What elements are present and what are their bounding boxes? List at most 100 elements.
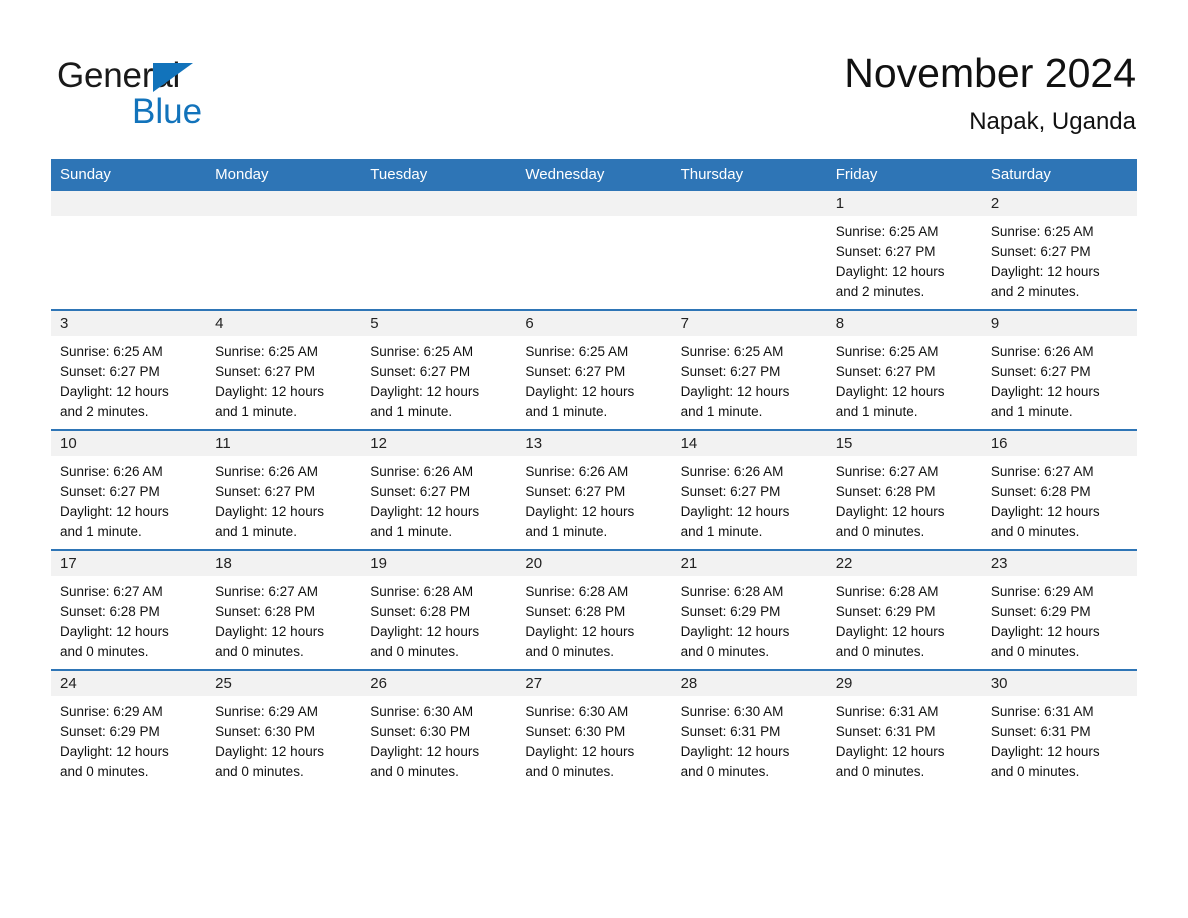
daylight-text: Daylight: 12 hours xyxy=(990,264,1100,279)
calendar-day-cell[interactable]: 25 Sunrise: 6:29 AM Sunset: 6:30 PM Dayligh… xyxy=(206,669,362,789)
day-number: 27 xyxy=(516,671,672,696)
calendar-day-cell[interactable]: 17 Sunrise: 6:27 AM Sunset: 6:28 PM Dayligh… xyxy=(51,549,207,670)
calendar-day-cell[interactable]: 7 Sunrise: 6:25 AM Sunset: 6:27 PM Daylight… xyxy=(671,309,827,430)
day-number: 29 xyxy=(826,671,982,696)
sunrise-text: Sunrise: 6:28 AM xyxy=(370,584,474,599)
calendar-week-row: 10 Sunrise: 6:26 AM Sunset: 6:27 PM Dayligh… xyxy=(51,429,1137,550)
calendar-day-cell[interactable]: 16 Sunrise: 6:27 AM Sunset: 6:28 PM Dayligh… xyxy=(981,429,1137,550)
weekday-header-thursday: Thursday xyxy=(671,159,827,191)
calendar-week-row: 3 Sunrise: 6:25 AM Sunset: 6:27 PM Daylight… xyxy=(51,309,1137,430)
calendar-day-cell[interactable]: 10 Sunrise: 6:26 AM Sunset: 6:27 PM Dayligh… xyxy=(51,429,207,550)
calendar-day-cell[interactable]: 29 Sunrise: 6:31 AM Sunset: 6:31 PM Dayligh… xyxy=(826,669,982,789)
day-number: 16 xyxy=(981,431,1137,456)
sunset-text: Sunset: 6:27 PM xyxy=(680,364,781,379)
daylight-text: and 1 minute. xyxy=(370,404,453,419)
daylight-text: and 1 minute. xyxy=(215,404,297,419)
sunrise-text: Sunrise: 6:28 AM xyxy=(680,584,784,599)
daylight-text: and 1 minute. xyxy=(990,404,1073,419)
calendar-day-cell[interactable]: 18 Sunrise: 6:27 AM Sunset: 6:28 PM Dayligh… xyxy=(206,549,362,670)
page-subtitle-location: Napak, Uganda xyxy=(969,108,1136,135)
calendar-day-cell[interactable]: 3 Sunrise: 6:25 AM Sunset: 6:27 PM Daylight… xyxy=(51,309,207,430)
day-number xyxy=(51,191,207,216)
general-blue-logo[interactable]: General Blue xyxy=(57,56,357,136)
weekday-header-sunday: Sunday xyxy=(51,159,207,191)
daylight-text: and 0 minutes. xyxy=(215,644,304,659)
day-number: 5 xyxy=(361,311,517,336)
title-block: November 2024 Napak, Uganda xyxy=(844,48,1136,138)
calendar-day-cell-empty xyxy=(206,191,362,310)
calendar-day-cell[interactable]: 11 Sunrise: 6:26 AM Sunset: 6:27 PM Dayligh… xyxy=(206,429,362,550)
calendar-day-cell[interactable]: 15 Sunrise: 6:27 AM Sunset: 6:28 PM Dayligh… xyxy=(826,429,982,550)
sunset-text: Sunset: 6:28 PM xyxy=(835,484,936,499)
logo-top-row: General xyxy=(57,56,357,96)
calendar-day-cell[interactable]: 24 Sunrise: 6:29 AM Sunset: 6:29 PM Dayligh… xyxy=(51,669,207,789)
calendar-day-cell-empty xyxy=(516,191,672,310)
calendar-day-cell[interactable]: 19 Sunrise: 6:28 AM Sunset: 6:28 PM Dayligh… xyxy=(361,549,517,670)
day-number: 6 xyxy=(516,311,672,336)
day-details: Sunrise: 6:27 AM Sunset: 6:28 PM Daylight:… xyxy=(206,576,361,662)
calendar-day-cell[interactable]: 26 Sunrise: 6:30 AM Sunset: 6:30 PM Dayligh… xyxy=(361,669,517,789)
day-details: Sunrise: 6:30 AM Sunset: 6:30 PM Daylight:… xyxy=(361,696,516,782)
calendar-day-cell-empty xyxy=(361,191,517,310)
calendar-day-cell[interactable]: 8 Sunrise: 6:25 AM Sunset: 6:27 PM Daylight… xyxy=(826,309,982,430)
calendar-header-row: Sunday Monday Tuesday Wednesday Thursday Frid… xyxy=(51,159,1137,191)
daylight-text: and 1 minute. xyxy=(680,524,763,539)
daylight-text: and 0 minutes. xyxy=(525,644,614,659)
calendar-day-cell[interactable]: 9 Sunrise: 6:26 AM Sunset: 6:27 PM Daylight… xyxy=(981,309,1137,430)
calendar-day-cell[interactable]: 12 Sunrise: 6:26 AM Sunset: 6:27 PM Dayligh… xyxy=(361,429,517,550)
daylight-text: Daylight: 12 hours xyxy=(525,504,635,519)
sunset-text: Sunset: 6:27 PM xyxy=(215,484,315,499)
day-details: Sunrise: 6:25 AM Sunset: 6:27 PM Daylight:… xyxy=(206,336,361,422)
day-number: 18 xyxy=(206,551,362,576)
daylight-text: and 0 minutes. xyxy=(60,644,149,659)
day-details: Sunrise: 6:26 AM Sunset: 6:27 PM Daylight:… xyxy=(206,456,361,542)
daylight-text: and 0 minutes. xyxy=(835,764,925,779)
daylight-text: Daylight: 12 hours xyxy=(835,744,945,759)
daylight-text: and 0 minutes. xyxy=(680,764,770,779)
day-number: 20 xyxy=(516,551,672,576)
day-number: 11 xyxy=(206,431,362,456)
calendar-day-cell[interactable]: 20 Sunrise: 6:28 AM Sunset: 6:28 PM Dayligh… xyxy=(516,549,672,670)
calendar-day-cell[interactable]: 2 Sunrise: 6:25 AM Sunset: 6:27 PM Daylight… xyxy=(981,191,1137,310)
daylight-text: and 1 minute. xyxy=(525,404,608,419)
sunrise-text: Sunrise: 6:27 AM xyxy=(60,584,163,599)
daylight-text: Daylight: 12 hours xyxy=(60,744,169,759)
calendar-week-row: 1 Sunrise: 6:25 AM Sunset: 6:27 PM Daylight… xyxy=(51,191,1137,310)
sunrise-text: Sunrise: 6:26 AM xyxy=(525,464,629,479)
daylight-text: Daylight: 12 hours xyxy=(990,384,1100,399)
sunrise-text: Sunrise: 6:27 AM xyxy=(835,464,939,479)
daylight-text: Daylight: 12 hours xyxy=(370,744,480,759)
calendar-day-cell[interactable]: 1 Sunrise: 6:25 AM Sunset: 6:27 PM Daylight… xyxy=(826,191,982,310)
calendar-day-cell[interactable]: 4 Sunrise: 6:25 AM Sunset: 6:27 PM Daylight… xyxy=(206,309,362,430)
calendar-day-cell[interactable]: 27 Sunrise: 6:30 AM Sunset: 6:30 PM Dayligh… xyxy=(516,669,672,789)
calendar-day-cell[interactable]: 6 Sunrise: 6:25 AM Sunset: 6:27 PM Daylight… xyxy=(516,309,672,430)
daylight-text: and 2 minutes. xyxy=(60,404,149,419)
daylight-text: and 1 minute. xyxy=(835,404,918,419)
daylight-text: Daylight: 12 hours xyxy=(990,744,1100,759)
sunrise-text: Sunrise: 6:27 AM xyxy=(990,464,1094,479)
day-details: Sunrise: 6:25 AM Sunset: 6:27 PM Daylight:… xyxy=(361,336,516,422)
daylight-text: and 0 minutes. xyxy=(990,764,1080,779)
calendar-week-row: 17 Sunrise: 6:27 AM Sunset: 6:28 PM Dayligh… xyxy=(51,549,1137,670)
day-details: Sunrise: 6:25 AM Sunset: 6:27 PM Daylight:… xyxy=(827,336,982,422)
day-number: 26 xyxy=(361,671,517,696)
sunset-text: Sunset: 6:27 PM xyxy=(835,364,936,379)
month-calendar-table: Sunday Monday Tuesday Wednesday Thursday Frid… xyxy=(51,159,1137,789)
day-details: Sunrise: 6:26 AM Sunset: 6:27 PM Daylight:… xyxy=(361,456,516,542)
daylight-text: and 0 minutes. xyxy=(370,644,459,659)
calendar-day-cell[interactable]: 13 Sunrise: 6:26 AM Sunset: 6:27 PM Dayligh… xyxy=(516,429,672,550)
calendar-day-cell[interactable]: 28 Sunrise: 6:30 AM Sunset: 6:31 PM Dayligh… xyxy=(671,669,827,789)
sunset-text: Sunset: 6:27 PM xyxy=(370,364,471,379)
calendar-day-cell[interactable]: 22 Sunrise: 6:28 AM Sunset: 6:29 PM Dayligh… xyxy=(826,549,982,670)
daylight-text: Daylight: 12 hours xyxy=(990,624,1100,639)
calendar-day-cell[interactable]: 5 Sunrise: 6:25 AM Sunset: 6:27 PM Daylight… xyxy=(361,309,517,430)
day-number: 22 xyxy=(826,551,982,576)
calendar-day-cell[interactable]: 23 Sunrise: 6:29 AM Sunset: 6:29 PM Dayligh… xyxy=(981,549,1137,670)
calendar-day-cell[interactable]: 14 Sunrise: 6:26 AM Sunset: 6:27 PM Dayligh… xyxy=(671,429,827,550)
daylight-text: Daylight: 12 hours xyxy=(680,744,790,759)
daylight-text: Daylight: 12 hours xyxy=(680,504,790,519)
calendar-day-cell[interactable]: 21 Sunrise: 6:28 AM Sunset: 6:29 PM Dayligh… xyxy=(671,549,827,670)
sunset-text: Sunset: 6:27 PM xyxy=(990,244,1091,259)
daylight-text: and 1 minute. xyxy=(60,524,142,539)
calendar-day-cell[interactable]: 30 Sunrise: 6:31 AM Sunset: 6:31 PM Dayligh… xyxy=(981,669,1137,789)
